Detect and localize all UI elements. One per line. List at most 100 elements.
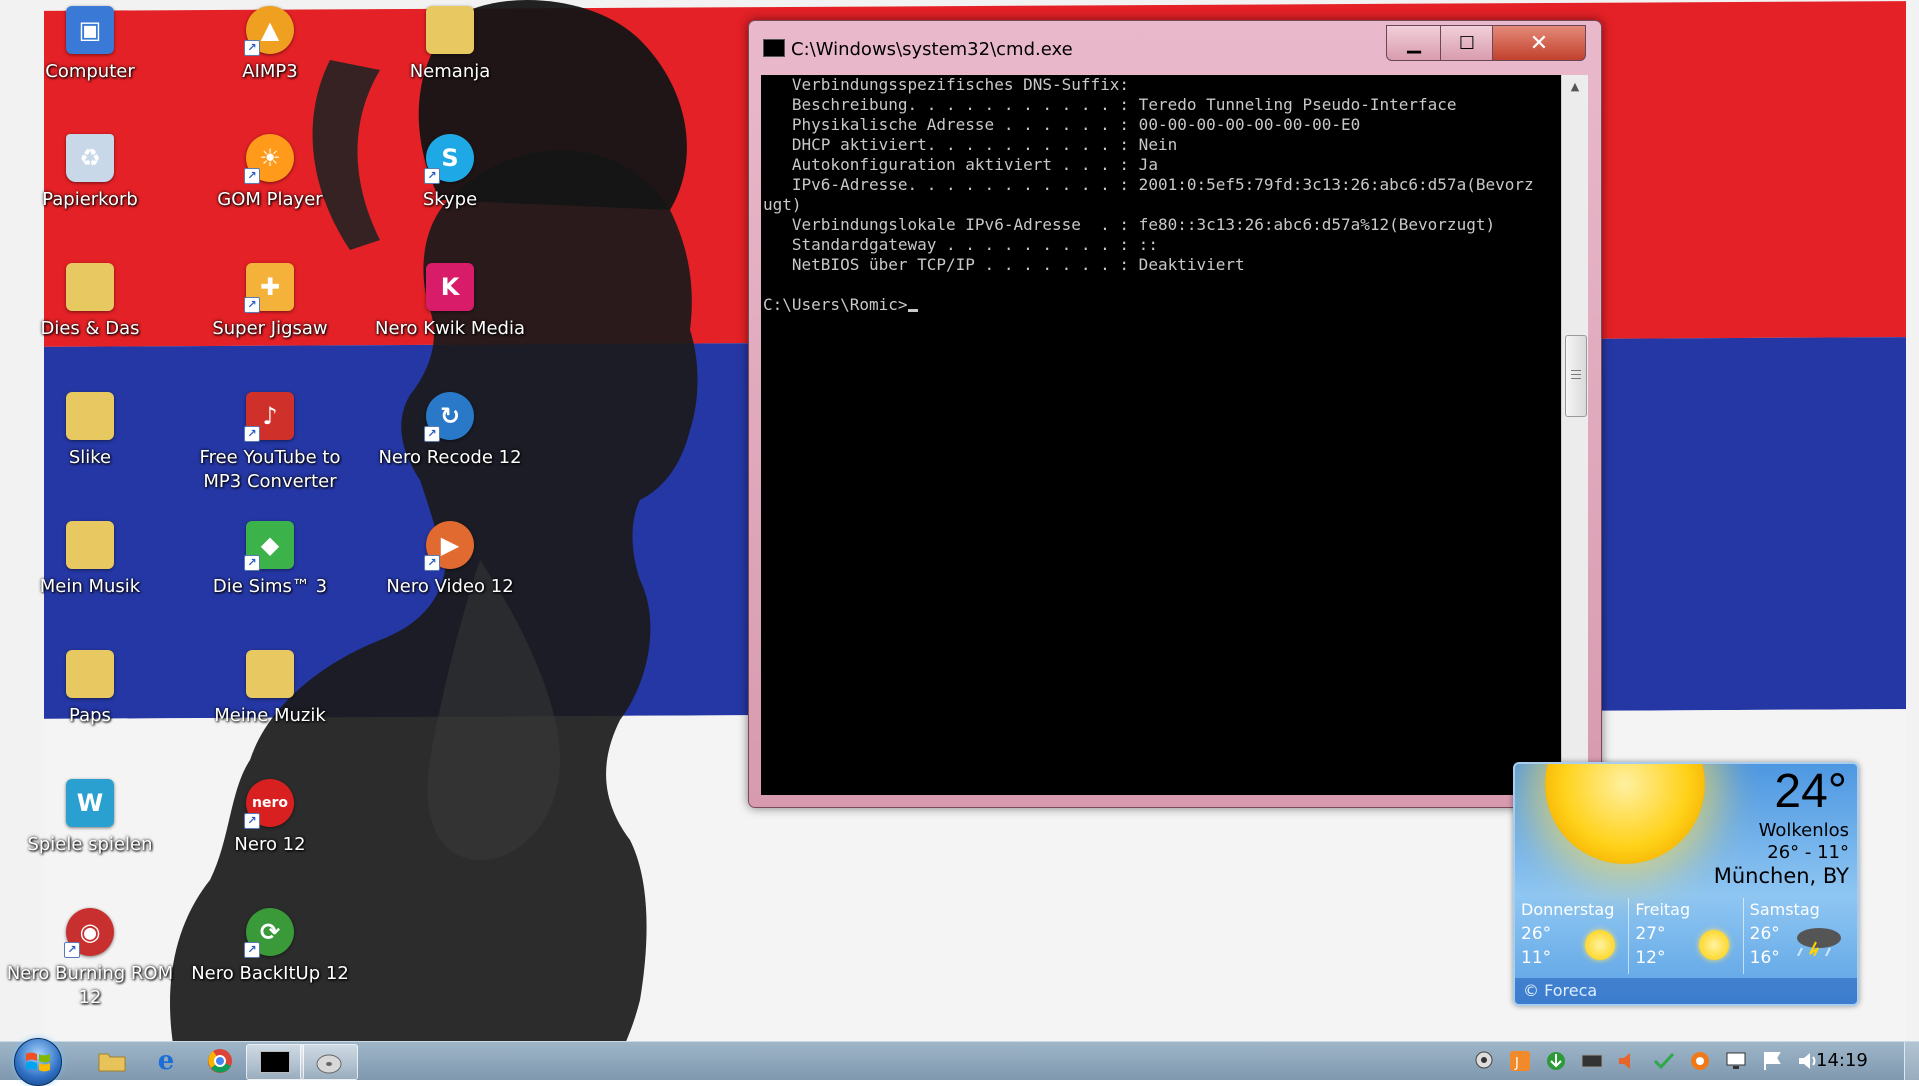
folder-icon [66,521,114,569]
desktop-icon-dies-das[interactable]: Dies & Das [0,257,180,381]
avast-icon[interactable] [1688,1050,1712,1072]
console-line: DHCP aktiviert. . . . . . . . . . : Nein [763,135,1178,154]
desktop-icon-nero-backitup[interactable]: ⟳ ↗ Nero BackItUp 12 [180,902,360,1026]
shortcut-arrow-icon: ↗ [244,426,260,442]
nero-icon: nero ↗ [244,779,294,829]
console-line: Beschreibung. . . . . . . . . . . : Tere… [763,95,1457,114]
desktop-icon-paps[interactable]: Paps [0,644,180,768]
minimize-icon: ▁ [1407,32,1421,54]
sun-icon [1545,764,1705,864]
nero-video-icon: ▶ ↗ [424,521,474,571]
monitor-icon[interactable] [1724,1050,1748,1072]
folder-icon [66,263,114,311]
shortcut-arrow-icon: ↗ [424,555,440,571]
shortcut-arrow-icon: ↗ [244,555,260,571]
aimp-icon: ▲ ↗ [244,6,294,56]
taskbar-chrome[interactable] [192,1044,248,1078]
folder-icon [66,650,114,698]
console-prompt-line[interactable]: C:\Users\Romic> [763,295,1563,315]
windows-logo-icon [26,1052,50,1072]
cmd-icon [763,39,785,57]
folder-icon [98,1053,126,1072]
close-button[interactable]: ✕ [1492,25,1586,61]
ie-icon: e [157,1046,175,1076]
computer-icon: ▣ [66,6,114,54]
console-line: Verbindungsspezifisches DNS-Suffix: [763,75,1130,94]
console-line: ​ [763,275,1563,295]
forecast-days: Donnerstag 26° 11° Freitag 27° 12° Samst… [1515,898,1857,974]
desktop-icon-skype[interactable]: S ↗ Skype [360,128,540,252]
desktop-icon-nero-burning-rom[interactable]: ◉ ↗ Nero Burning ROM 12 [0,902,180,1026]
sun-icon [1699,930,1730,960]
folder-icon [246,650,294,698]
forecast-day: Freitag 27° 12° [1628,898,1742,974]
chrome-icon [208,1049,232,1073]
console-line: IPv6-Adresse. . . . . . . . . . . : 2001… [763,175,1534,194]
shortcut-arrow-icon: ↗ [244,297,260,313]
desktop-icon-nero-12[interactable]: nero ↗ Nero 12 [180,773,360,897]
console-line: Standardgateway . . . . . . . . . : :: [763,235,1158,254]
nero-kwik-icon: K [426,263,474,311]
desktop-icon-papierkorb[interactable]: ♻ Papierkorb [0,128,180,252]
disc-icon [316,1054,342,1074]
jigsaw-icon: ✚ ↗ [244,263,294,313]
current-temperature: 24° [1774,765,1847,818]
desktop-icon-aimp3[interactable]: ▲ ↗ AIMP3 [180,0,360,124]
flag-icon[interactable] [1760,1050,1784,1072]
text-cursor [907,309,918,312]
console-line: Autokonfiguration aktiviert . . . : Ja [763,155,1158,174]
desktop-icon-free-youtube-to-mp3[interactable]: ♪ ↗ Free YouTube to MP3 Converter [180,386,360,510]
security-check-icon[interactable] [1652,1050,1676,1072]
temperature-range: 26° - 11° [1767,842,1849,863]
desktop-icon-nemanja[interactable]: Nemanja [360,0,540,124]
webcam-icon[interactable] [1472,1050,1496,1072]
cmd-icon [260,1051,290,1073]
console-output[interactable]: Verbindungsspezifisches DNS-Suffix: Besc… [761,75,1563,795]
shortcut-arrow-icon: ↗ [424,168,440,184]
taskbar-clock[interactable]: 14:19 [1816,1050,1868,1071]
desktop-icon-nero-video[interactable]: ▶ ↗ Nero Video 12 [360,515,540,639]
desktop-icon-nero-kwik-media[interactable]: K Nero Kwik Media [360,257,540,381]
taskbar-explorer[interactable] [84,1044,140,1078]
maximize-button[interactable]: ☐ [1440,25,1494,61]
console-prompt: C:\Users\Romic> [763,295,908,314]
desktop-icon-nero-recode[interactable]: ↻ ↗ Nero Recode 12 [360,386,540,510]
shortcut-arrow-icon: ↗ [244,813,260,829]
shortcut-arrow-icon: ↗ [244,168,260,184]
taskbar-internet-explorer[interactable]: e [138,1044,194,1078]
forecast-day: Donnerstag 26° 11° [1521,900,1615,968]
forecast-day: Samstag 26° 16° [1742,898,1857,974]
weather-gadget[interactable]: 24° Wolkenlos 26° - 11° München, BY Donn… [1513,762,1859,1006]
desktop-icon-computer[interactable]: ▣ Computer [0,0,180,124]
scroll-up-button[interactable]: ▲ [1562,75,1588,99]
taskbar-cmd[interactable] [246,1044,304,1080]
minimize-button[interactable]: ▁ [1386,25,1442,61]
console-line: Verbindungslokale IPv6-Adresse . : fe80:… [763,215,1496,234]
desktop-icon-meine-muzik[interactable]: Meine Muzik [180,644,360,768]
chevron-up-icon: ▲ [1570,80,1580,93]
weather-provider-link[interactable]: © Foreca [1515,978,1857,1004]
console-line: ugt) [763,195,802,214]
scroll-thumb[interactable] [1565,335,1587,417]
desktop-icon-super-jigsaw[interactable]: ✚ ↗ Super Jigsaw [180,257,360,381]
nero-recode-icon: ↻ ↗ [424,392,474,442]
cmd-titlebar[interactable]: C:\Windows\system32\cmd.exe ▁ ☐ ✕ [749,21,1601,77]
cmd-window[interactable]: C:\Windows\system32\cmd.exe ▁ ☐ ✕ Verbin… [748,20,1602,808]
desktop-icon-mein-musik[interactable]: Mein Musik [0,515,180,639]
taskbar-disc-app[interactable] [300,1044,358,1080]
desktop-icon-spiele-spielen[interactable]: W Spiele spielen [0,773,180,897]
volume-icon[interactable] [1616,1050,1640,1072]
desktop-icon-slike[interactable]: Slike [0,386,180,510]
shortcut-arrow-icon: ↗ [64,942,80,958]
show-desktop-button[interactable] [1904,1042,1919,1080]
desktop-icon-gom-player[interactable]: ☀ ↗ GOM Player [180,128,360,252]
weather-condition: Wolkenlos [1758,820,1849,841]
youtube-mp3-icon: ♪ ↗ [244,392,294,442]
network-card-icon[interactable] [1580,1050,1604,1072]
desktop-icon-die-sims-3[interactable]: ◆ ↗ Die Sims™ 3 [180,515,360,639]
vertical-scrollbar[interactable]: ▲ ▼ [1561,75,1588,795]
weather-city[interactable]: München, BY [1714,864,1849,888]
gom-player-icon: ☀ ↗ [244,134,294,184]
java-icon[interactable]: J [1508,1050,1532,1072]
download-icon[interactable] [1544,1050,1568,1072]
